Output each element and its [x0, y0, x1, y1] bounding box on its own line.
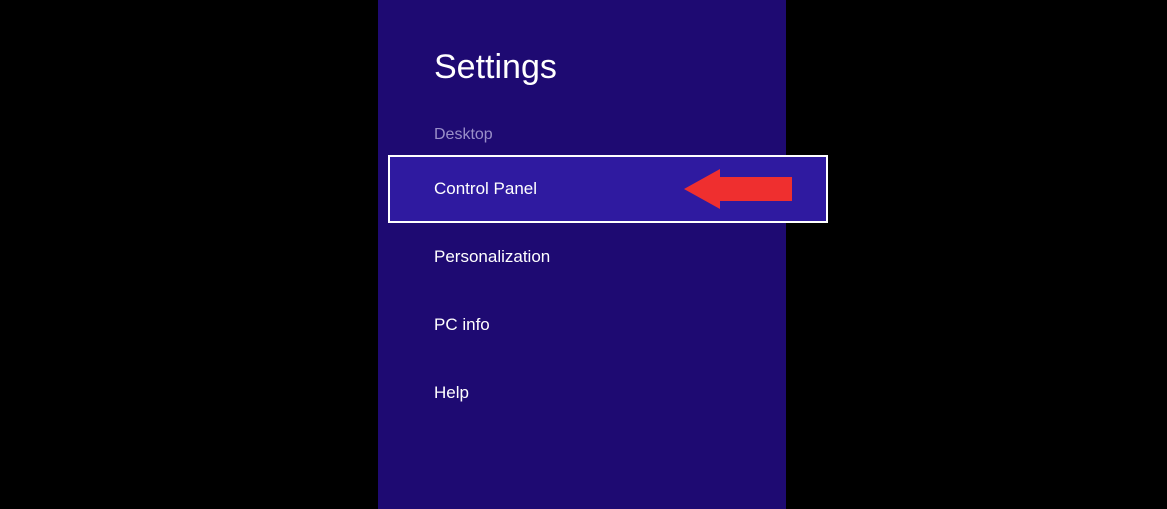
pointer-arrow-icon	[684, 169, 792, 209]
panel-title: Settings	[378, 48, 786, 87]
context-label-desktop: Desktop	[378, 115, 786, 155]
menu-item-label: Help	[434, 383, 469, 403]
menu-item-control-panel[interactable]: Control Panel	[388, 155, 828, 223]
menu-item-pc-info[interactable]: PC info	[378, 291, 786, 359]
settings-menu-list: Desktop Control Panel Personalization PC…	[378, 115, 786, 427]
menu-item-personalization[interactable]: Personalization	[378, 223, 786, 291]
menu-item-label: Control Panel	[434, 179, 537, 199]
menu-item-label: PC info	[434, 315, 490, 335]
context-label-text: Desktop	[434, 126, 493, 144]
menu-item-help[interactable]: Help	[378, 359, 786, 427]
menu-item-label: Personalization	[434, 247, 550, 267]
arrow-head-icon	[684, 169, 720, 209]
arrow-shaft-icon	[720, 177, 792, 201]
settings-charm-panel: Settings Desktop Control Panel Personali…	[378, 0, 786, 509]
